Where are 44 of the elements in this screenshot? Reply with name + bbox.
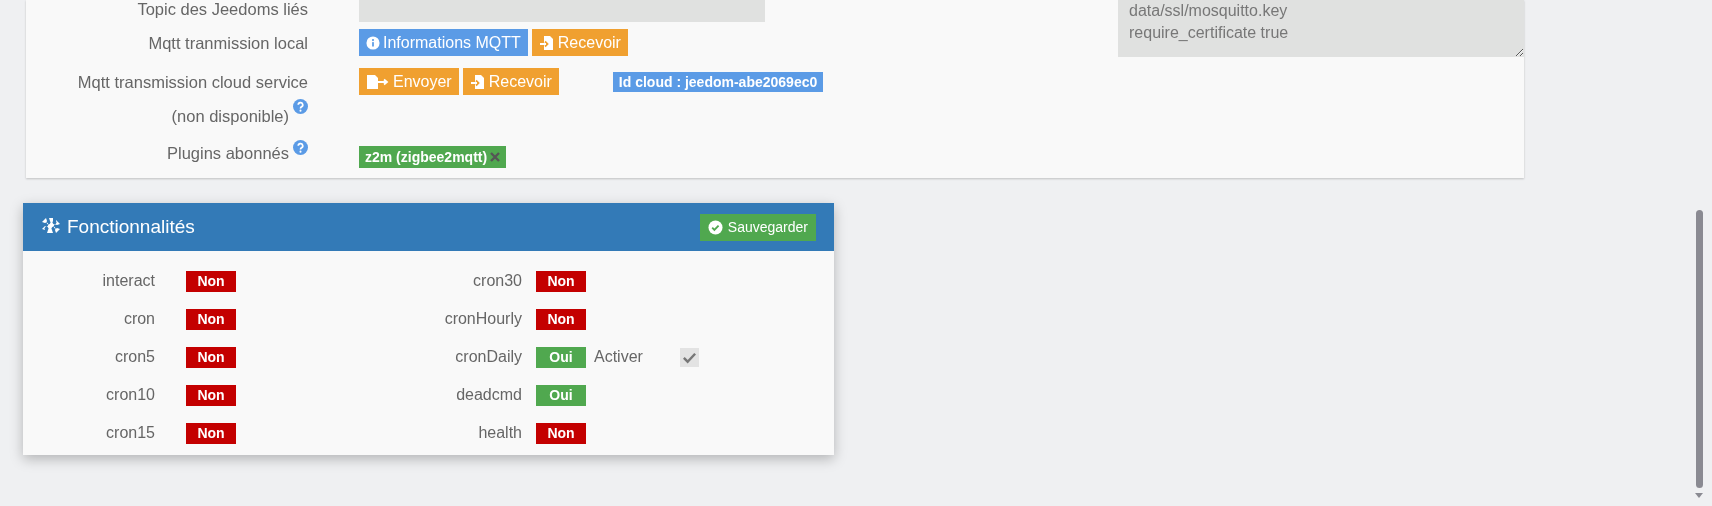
file-arrow-icon <box>366 73 390 90</box>
status-badge: Non <box>536 270 586 292</box>
action-button[interactable]: Recevoir <box>531 29 628 56</box>
action-button[interactable]: Informations MQTT <box>359 29 528 56</box>
status-badge: Non <box>186 384 236 406</box>
check-circle-icon <box>707 219 723 235</box>
feature-label: cronHourly <box>443 309 522 329</box>
status-badge: Non <box>536 308 586 330</box>
close-icon[interactable] <box>490 152 501 162</box>
feature-label: cron5 <box>113 347 155 367</box>
status-badge: Non <box>186 422 236 444</box>
feature-label: interact <box>101 271 155 291</box>
field-label: Mqtt tranmission local <box>148 34 308 52</box>
action-button[interactable]: Recevoir <box>462 68 559 95</box>
plugin-tag: z2m (zigbee2mqtt) <box>359 146 507 168</box>
save-button[interactable]: Sauvegarder <box>699 213 816 241</box>
status-badge: Non <box>186 346 236 368</box>
status-badge: Oui <box>536 384 586 406</box>
field-label: Mqtt transmission cloud service (non disponible) <box>77 73 308 125</box>
status-badge: Non <box>536 422 586 444</box>
checkbox-label: Activer <box>594 347 644 367</box>
feature-label: cron15 <box>105 423 155 443</box>
checkbox[interactable] <box>680 347 699 367</box>
file-arrow-icon <box>469 73 486 90</box>
status-badge: Oui <box>536 346 586 368</box>
input-field[interactable] <box>359 0 765 22</box>
feature-label: health <box>477 423 522 443</box>
feature-label: cronDaily <box>454 347 522 367</box>
field-label: Topic des Jeedoms liés <box>137 0 308 18</box>
file-arrow-icon <box>538 34 555 51</box>
scrollbar[interactable] <box>1696 210 1703 488</box>
status-badge: Non <box>186 308 236 330</box>
id-badge: Id cloud : jeedom-abe2069ec0 <box>612 72 824 92</box>
action-button[interactable]: Envoyer <box>359 68 459 95</box>
feature-label: deadcmd <box>455 385 522 405</box>
field-label: Plugins abonnés <box>167 144 289 162</box>
scroll-down-arrow[interactable] <box>1695 493 1703 498</box>
status-badge: Non <box>186 270 236 292</box>
text-area[interactable]: data/ssl/mosquitto.key require_certificate true <box>1118 0 1524 57</box>
panel-title: Fonctionnalités <box>67 214 195 239</box>
feature-label: cron10 <box>105 385 155 405</box>
feature-label: cron30 <box>472 271 522 291</box>
feature-label: cron <box>122 309 155 329</box>
info-icon <box>366 35 380 50</box>
